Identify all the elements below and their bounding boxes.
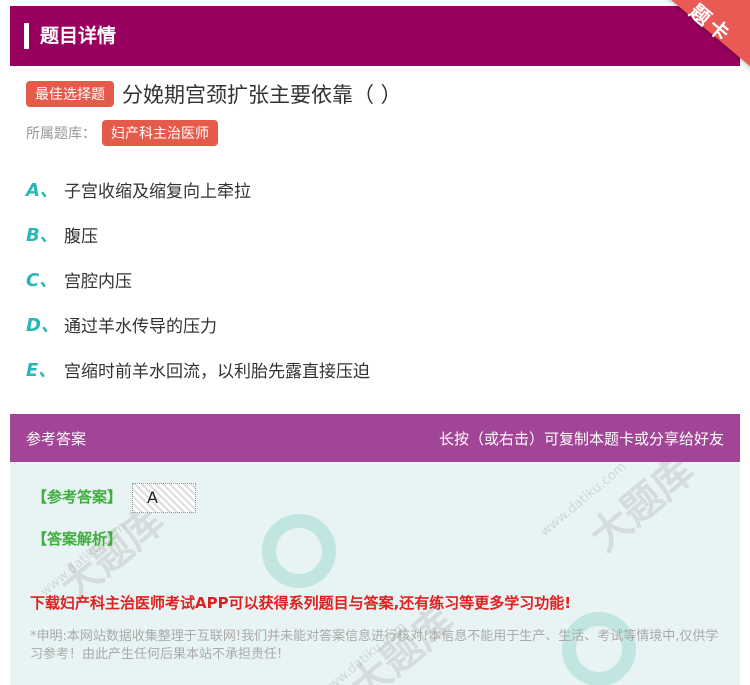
option-letter: C、 xyxy=(26,270,58,291)
answer-section-title: 参考答案 xyxy=(26,429,87,448)
option-letter: A、 xyxy=(26,180,58,201)
library-label: 所属题库： xyxy=(26,126,96,142)
answer-panel: 大题库 大题库 大题库 www.datiku.com www.datiku.co… xyxy=(10,462,740,685)
answer-header: 参考答案 长按（或右击）可复制本题卡或分享给好友 xyxy=(10,414,740,462)
disclaimer-text: *申明:本网站数据收集整理于互联网!我们并未能对答案信息进行核对!本信息不能用于… xyxy=(30,629,719,662)
option-text: 宫腔内压 xyxy=(64,271,132,292)
watermark-text: 大题库 xyxy=(581,462,704,561)
option-e[interactable]: E、 宫缩时前羊水回流，以利胎先露直接压迫 xyxy=(26,356,370,382)
option-c[interactable]: C、 宫腔内压 xyxy=(26,266,132,292)
option-text: 通过羊水传导的压力 xyxy=(64,316,217,337)
title-accent-bar xyxy=(24,23,29,49)
option-text: 子宫收缩及缩复向上牵拉 xyxy=(64,181,251,202)
answer-image: A xyxy=(132,483,196,513)
library-badge[interactable]: 妇产科主治医师 xyxy=(102,120,218,146)
option-d[interactable]: D、 通过羊水传导的压力 xyxy=(26,311,217,337)
page-title: 题目详情 xyxy=(40,25,117,47)
share-hint: 长按（或右击）可复制本题卡或分享给好友 xyxy=(438,429,724,448)
watermark-logo xyxy=(262,514,336,588)
option-b[interactable]: B、 腹压 xyxy=(26,221,98,247)
option-text: 腹压 xyxy=(64,226,98,247)
option-letter: D、 xyxy=(26,315,59,336)
library-line: 所属题库： 妇产科主治医师 xyxy=(26,120,218,146)
question-type-badge: 最佳选择题 xyxy=(26,81,114,107)
question-text: 分娩期宫颈扩张主要依靠（ ） xyxy=(122,83,402,107)
option-letter: E、 xyxy=(26,360,57,381)
option-a[interactable]: A、 子宫收缩及缩复向上牵拉 xyxy=(26,176,251,202)
option-letter: B、 xyxy=(26,225,58,246)
answer-label: 【参考答案】 xyxy=(32,488,123,506)
option-text: 宫缩时前羊水回流，以利胎先露直接压迫 xyxy=(64,361,370,382)
title-bar: 题目详情 xyxy=(10,6,740,66)
analysis-label: 【答案解析】 xyxy=(32,530,123,548)
question-line: 最佳选择题 分娩期宫颈扩张主要依靠（ ） xyxy=(26,80,402,108)
app-download-link[interactable]: 下载妇产科主治医师考试APP可以获得系列题目与答案,还有练习等更多学习功能! xyxy=(30,592,571,613)
